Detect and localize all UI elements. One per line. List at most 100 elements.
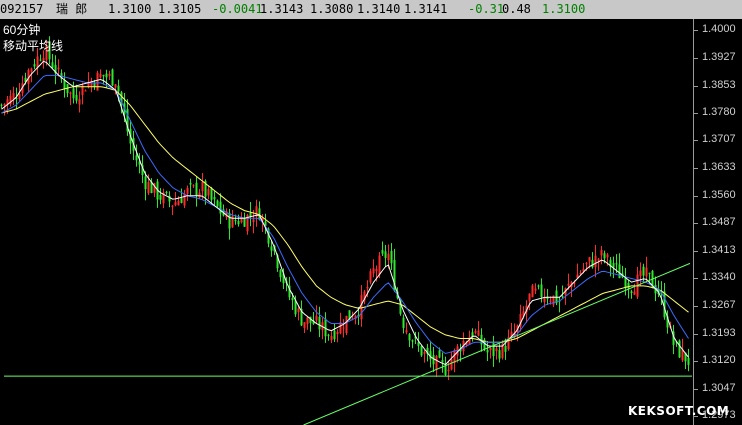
candle-body xyxy=(78,99,81,105)
candle-body xyxy=(291,298,294,301)
candle-body xyxy=(180,198,183,204)
candle-body xyxy=(297,308,300,313)
candle-body xyxy=(84,90,87,92)
candle-body xyxy=(639,270,642,276)
candle-body xyxy=(165,191,168,193)
candle-body xyxy=(315,315,318,321)
quote-bar: 092157 瑞 郎 1.3100 1.3105 -0.0041 1.3143 … xyxy=(0,0,742,19)
candle-body xyxy=(537,285,540,287)
candle-body xyxy=(195,182,198,196)
y-tick-mark xyxy=(694,85,698,87)
candle-body xyxy=(174,202,177,206)
candle-body xyxy=(678,340,681,358)
candle-body xyxy=(135,155,138,161)
candle-body xyxy=(381,250,384,254)
candle-body xyxy=(345,315,348,334)
candle-body xyxy=(336,332,339,335)
candle-body xyxy=(228,212,231,229)
candle-body xyxy=(441,360,444,363)
y-tick-mark xyxy=(694,333,698,335)
quote-value: 1.3105 xyxy=(158,2,202,16)
candle-body xyxy=(159,194,162,200)
y-tick-label: 1.4000 xyxy=(702,23,736,36)
y-tick-label: 1.3853 xyxy=(702,78,736,91)
quote-value: 1.3143 xyxy=(260,2,304,16)
candle-body xyxy=(306,317,309,325)
y-tick-label: 1.3047 xyxy=(702,381,736,394)
y-tick-label: 1.3707 xyxy=(702,133,736,146)
instrument-name: 瑞 郎 xyxy=(56,2,88,16)
candle-body xyxy=(603,253,606,259)
candle-body xyxy=(594,255,597,268)
candle-body xyxy=(588,257,591,262)
candle-body xyxy=(3,104,6,106)
candle-body xyxy=(33,64,36,67)
quote-last: 1.3100 xyxy=(542,2,586,16)
candle-body xyxy=(105,73,108,78)
y-tick-mark xyxy=(694,112,698,114)
candle-body xyxy=(408,334,411,341)
candle-body xyxy=(201,181,204,192)
candle-body xyxy=(387,253,390,261)
y-tick-label: 1.3340 xyxy=(702,271,736,284)
candle-body xyxy=(57,67,60,70)
candle-body xyxy=(417,342,420,346)
candle-body xyxy=(567,284,570,286)
y-tick-label: 1.3413 xyxy=(702,243,736,256)
candle-body xyxy=(63,80,66,90)
candle-body xyxy=(423,352,426,354)
candle-body xyxy=(480,334,483,345)
y-tick-label: 1.3267 xyxy=(702,298,736,311)
y-tick-label: 1.3560 xyxy=(702,188,736,201)
candle-body xyxy=(438,350,441,358)
y-tick-mark xyxy=(694,168,698,170)
candle-body xyxy=(252,219,255,223)
candle-body xyxy=(585,262,588,264)
candle-body xyxy=(549,300,552,302)
candle-body xyxy=(144,176,147,190)
price-axis: 1.4000 1.3927 1.3853 1.3780 1.3707 1.3633 1.35… xyxy=(694,19,742,425)
candle-body xyxy=(36,56,39,68)
price-chart[interactable] xyxy=(0,19,694,425)
candle-body xyxy=(279,270,282,278)
candle-body xyxy=(189,182,192,185)
candle-body xyxy=(15,98,18,100)
candle-body xyxy=(207,189,210,196)
candle-body xyxy=(72,88,75,99)
y-tick-mark xyxy=(694,140,698,142)
candle-body xyxy=(108,73,111,76)
candle-body xyxy=(30,68,33,72)
candle-body xyxy=(600,250,603,256)
candle-body xyxy=(69,92,72,94)
candle-body xyxy=(495,348,498,352)
candle-body xyxy=(615,263,618,265)
candle-body xyxy=(618,264,621,279)
candle-body xyxy=(504,345,507,352)
candle-body xyxy=(330,335,333,341)
candle-body xyxy=(435,355,438,370)
y-tick-label: 1.3193 xyxy=(702,326,736,339)
candle-body xyxy=(51,62,54,68)
y-tick-label: 1.3927 xyxy=(702,50,736,63)
chart-title: 60分钟 xyxy=(3,23,41,37)
candle-body xyxy=(630,291,633,293)
candle-body xyxy=(75,94,78,101)
candle-body xyxy=(444,365,447,375)
candle-body xyxy=(333,330,336,340)
candle-body xyxy=(489,347,492,351)
candle-body xyxy=(534,288,537,291)
candle-body xyxy=(243,217,246,227)
y-tick-mark xyxy=(694,278,698,280)
candle-body xyxy=(498,350,501,359)
candle-body xyxy=(528,293,531,301)
candle-body xyxy=(171,205,174,207)
y-tick-label: 1.3487 xyxy=(702,216,736,229)
instrument-code: 092157 xyxy=(0,2,44,16)
candle-body xyxy=(612,263,615,268)
y-tick-mark xyxy=(694,223,698,225)
candle-body xyxy=(213,197,216,200)
quote-pct-change: -0.31 xyxy=(468,2,505,16)
candle-body xyxy=(402,317,405,328)
candle-body xyxy=(234,220,237,222)
candle-body xyxy=(186,188,189,194)
